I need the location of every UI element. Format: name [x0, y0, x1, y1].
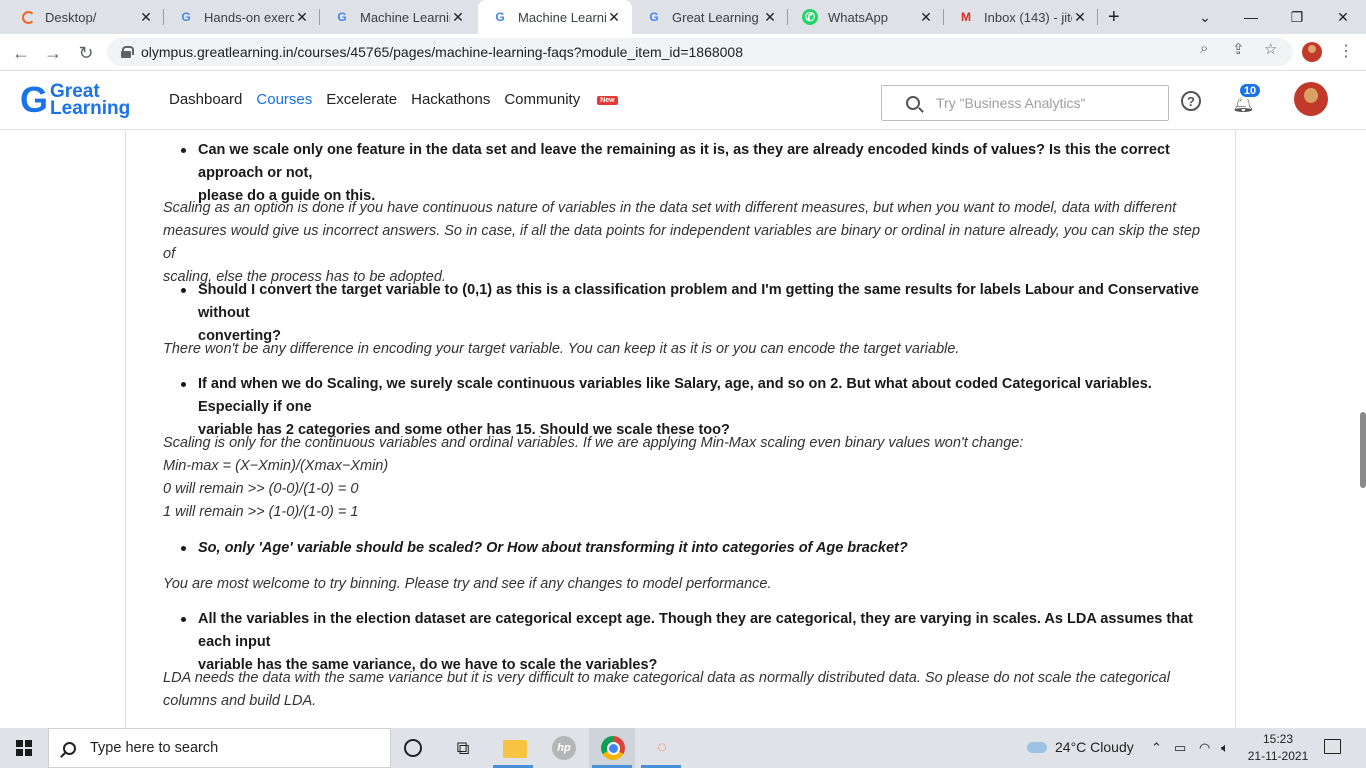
tab-machine-learning-active[interactable]: G Machine Learning ✕: [478, 0, 632, 34]
faq-answer-1: Scaling as an option is done if you have…: [163, 200, 1201, 285]
new-badge: New: [597, 95, 618, 105]
close-icon[interactable]: ✕: [918, 9, 934, 26]
google-icon: G: [181, 10, 191, 24]
forward-arrow-icon[interactable]: →: [40, 40, 66, 66]
nav-hackathons[interactable]: Hackathons: [411, 91, 490, 108]
windows-start-icon[interactable]: [16, 740, 32, 756]
browser-tab-strip: Desktop/ ✕ G Hands-on exercis ✕ G Machin…: [0, 0, 1366, 34]
search-icon: [906, 96, 920, 110]
google-icon: G: [337, 10, 347, 24]
minimize-button[interactable]: —: [1228, 0, 1274, 34]
close-icon[interactable]: ✕: [294, 9, 310, 26]
address-bar[interactable]: olympus.greatlearning.in/courses/45765/p…: [107, 38, 1293, 66]
help-icon[interactable]: ?: [1181, 91, 1201, 111]
site-header: G Great Learning Dashboard Courses Excel…: [0, 71, 1366, 130]
logo-word-2: Learning: [50, 98, 131, 119]
back-arrow-icon[interactable]: ←: [8, 40, 34, 66]
faq-answer-4: You are most welcome to try binning. Ple…: [163, 576, 772, 592]
cortana-icon[interactable]: [404, 739, 422, 757]
notification-count-badge: 10: [1238, 82, 1262, 99]
tab-search-chevron-icon[interactable]: ⌄: [1182, 0, 1228, 34]
window-close-button[interactable]: ✕: [1320, 0, 1366, 34]
jupyter-icon[interactable]: ◌: [650, 736, 674, 760]
chrome-profile-avatar[interactable]: [1302, 42, 1322, 62]
logo-g-mark: G: [20, 79, 49, 120]
lock-icon: [121, 46, 134, 58]
cloud-icon: [1027, 741, 1047, 753]
faq-answer-2: There won't be any difference in encodin…: [163, 341, 960, 357]
faq-answer-5: LDA needs the data with the same varianc…: [163, 670, 1170, 709]
close-icon[interactable]: ✕: [1072, 9, 1088, 26]
google-icon: G: [495, 10, 505, 24]
volume-icon[interactable]: 🔈︎: [1221, 740, 1229, 756]
tab-title: Machine Learning: [360, 9, 450, 25]
nav-excelerate[interactable]: Excelerate: [326, 91, 397, 108]
file-explorer-icon[interactable]: [503, 740, 527, 758]
tab-desktop[interactable]: Desktop/ ✕: [8, 0, 164, 34]
search-icon: [63, 741, 76, 755]
restore-button[interactable]: ❐: [1274, 0, 1320, 34]
site-search-input[interactable]: Try "Business Analytics": [881, 85, 1169, 121]
zoom-icon[interactable]: ⌕: [1200, 40, 1208, 57]
nav-community-label: Community: [504, 91, 581, 108]
tab-machine-learning-1[interactable]: G Machine Learning ✕: [320, 0, 476, 34]
jupyter-icon: [22, 10, 35, 24]
weather-widget[interactable]: 24°C Cloudy: [1027, 739, 1134, 755]
close-icon[interactable]: ✕: [450, 9, 466, 26]
tab-gmail-inbox[interactable]: M Inbox (143) - jiten ✕: [944, 0, 1098, 34]
windows-taskbar: Type here to search ⧉ hp ◌ 24°C Cloudy ⌃…: [0, 728, 1366, 768]
whatsapp-icon: ✆: [802, 9, 818, 25]
tab-title: Hands-on exercis: [204, 9, 294, 25]
new-tab-button[interactable]: +: [1108, 6, 1120, 29]
tab-title: WhatsApp: [828, 9, 888, 25]
close-icon[interactable]: ✕: [138, 9, 154, 26]
weather-text: 24°C Cloudy: [1055, 739, 1134, 755]
battery-icon[interactable]: ▭: [1174, 740, 1186, 756]
taskbar-search-placeholder: Type here to search: [90, 740, 219, 756]
chrome-menu-icon[interactable]: ⋮: [1338, 41, 1354, 61]
nav-community[interactable]: Community New: [504, 91, 631, 108]
user-avatar[interactable]: [1294, 82, 1328, 116]
tab-title: Desktop/: [45, 9, 97, 25]
close-icon[interactable]: ✕: [606, 9, 622, 26]
close-icon[interactable]: ✕: [762, 9, 778, 26]
scrollbar-thumb[interactable]: [1360, 412, 1366, 488]
faq-question-4: So, only 'Age' variable should be scaled…: [181, 537, 1208, 560]
hp-icon[interactable]: hp: [552, 736, 576, 760]
main-nav: Dashboard Courses Excelerate Hackathons …: [169, 91, 646, 108]
tray-chevron-icon[interactable]: ⌃: [1151, 740, 1162, 756]
action-center-icon[interactable]: [1324, 739, 1341, 754]
faq-answer-3: Scaling is only for the continuous varia…: [163, 435, 1024, 520]
chrome-icon[interactable]: [601, 736, 625, 760]
gmail-icon: M: [961, 10, 971, 24]
tab-title: Machine Learning: [518, 9, 606, 25]
task-view-icon[interactable]: ⧉: [451, 736, 475, 760]
faq-content: Can we scale only one feature in the dat…: [0, 130, 1366, 728]
reload-icon[interactable]: ↻: [73, 40, 99, 66]
system-clock[interactable]: 15:23 21-11-2021: [1246, 731, 1310, 765]
tab-hands-on[interactable]: G Hands-on exercis ✕: [164, 0, 320, 34]
browser-toolbar: ← → ↻ olympus.greatlearning.in/courses/4…: [0, 34, 1366, 71]
google-icon: G: [649, 10, 659, 24]
url-text: olympus.greatlearning.in/courses/45765/p…: [141, 44, 743, 60]
share-icon[interactable]: ⇪: [1232, 40, 1245, 58]
tab-great-learning[interactable]: G Great Learning ✕: [632, 0, 788, 34]
clock-time: 15:23: [1262, 732, 1294, 746]
nav-courses[interactable]: Courses: [256, 91, 312, 108]
tab-title: Inbox (143) - jiten: [984, 9, 1072, 25]
nav-dashboard[interactable]: Dashboard: [169, 91, 242, 108]
tab-title: Great Learning: [672, 9, 759, 25]
bookmark-star-icon[interactable]: ☆: [1264, 40, 1277, 58]
tab-whatsapp[interactable]: ✆ WhatsApp ✕: [788, 0, 944, 34]
site-search-placeholder: Try "Business Analytics": [936, 95, 1086, 111]
great-learning-logo[interactable]: G Great Learning: [20, 79, 130, 121]
wifi-icon[interactable]: ◠: [1199, 740, 1210, 756]
clock-date: 21-11-2021: [1247, 749, 1309, 763]
taskbar-search-input[interactable]: Type here to search: [48, 728, 391, 768]
